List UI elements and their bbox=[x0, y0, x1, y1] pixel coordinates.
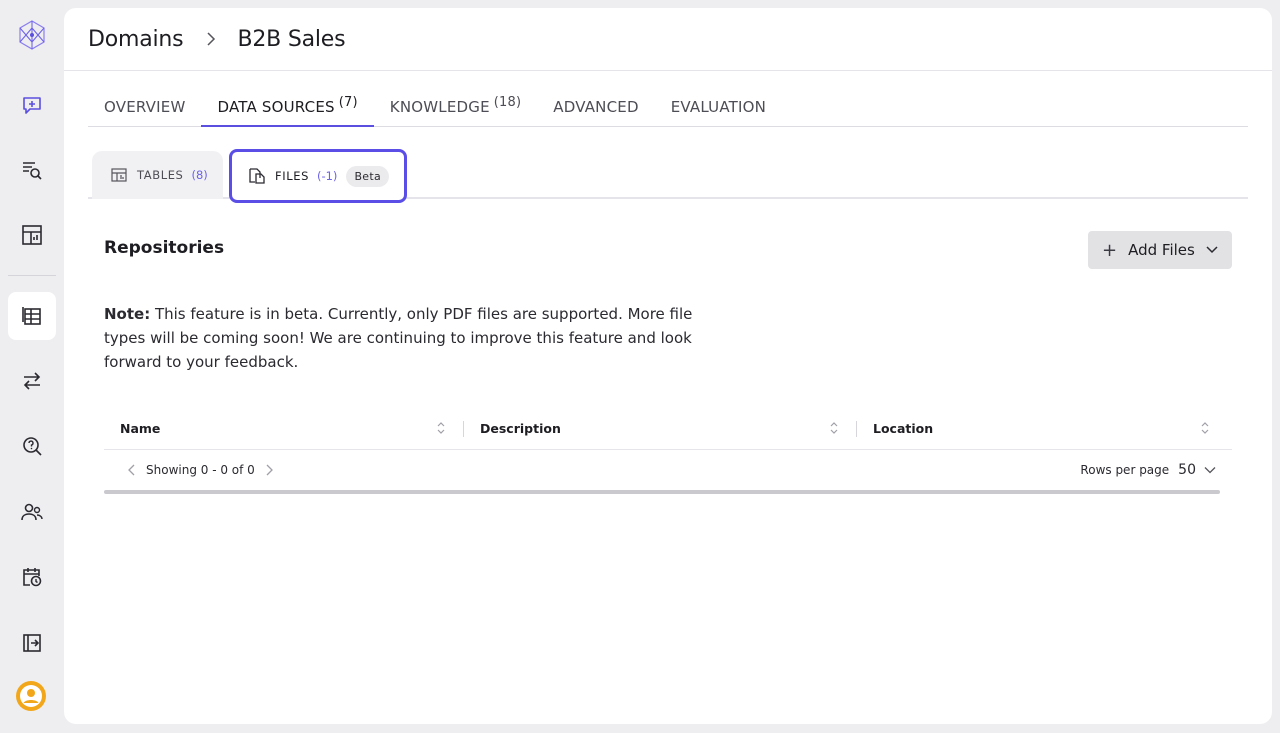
tab-label: OVERVIEW bbox=[104, 98, 186, 116]
breadcrumb-current: B2B Sales bbox=[237, 26, 346, 52]
user-avatar-icon[interactable] bbox=[16, 681, 46, 711]
breadcrumb: Domains B2B Sales bbox=[64, 8, 1272, 71]
pagination-status: Showing 0 - 0 of 0 bbox=[146, 463, 255, 477]
section-title: Repositories bbox=[104, 238, 225, 258]
files-icon bbox=[249, 168, 265, 184]
subtab-label: TABLES bbox=[137, 168, 184, 182]
breadcrumb-domains[interactable]: Domains bbox=[88, 27, 184, 52]
rows-per-page-label: Rows per page bbox=[1080, 463, 1170, 477]
sort-icon[interactable] bbox=[436, 420, 446, 436]
sidebar-divider bbox=[8, 275, 56, 276]
prev-page-icon[interactable] bbox=[128, 464, 136, 476]
chevron-right-icon bbox=[205, 31, 217, 47]
sort-icon[interactable] bbox=[1200, 420, 1210, 436]
column-header-location[interactable]: Location bbox=[857, 408, 1232, 450]
column-header-name[interactable]: Name bbox=[104, 408, 464, 450]
note-label: Note: bbox=[104, 305, 151, 323]
subtab-count: (8) bbox=[191, 168, 208, 182]
column-label: Description bbox=[480, 421, 561, 436]
search-list-icon[interactable] bbox=[8, 146, 56, 194]
sort-icon[interactable] bbox=[829, 420, 839, 436]
tab-advanced[interactable]: ADVANCED bbox=[537, 86, 654, 127]
tab-label: KNOWLEDGE bbox=[389, 98, 490, 116]
column-header-description[interactable]: Description bbox=[464, 408, 857, 450]
table-header: Name Description Location bbox=[104, 408, 1232, 450]
column-label: Location bbox=[873, 421, 934, 436]
table-pagination: Showing 0 - 0 of 0 Rows per page 50 bbox=[104, 450, 1232, 490]
tab-overview[interactable]: OVERVIEW bbox=[88, 86, 201, 127]
tab-count: (7) bbox=[338, 95, 358, 110]
tab-label: ADVANCED bbox=[553, 98, 639, 116]
tab-knowledge[interactable]: KNOWLEDGE (18) bbox=[374, 86, 537, 127]
source-subtabs: TABLES (8) FILES (-1) Beta bbox=[88, 149, 1248, 203]
beta-note: Note: This feature is in beta. Currently… bbox=[104, 302, 724, 374]
chevron-down-icon bbox=[1204, 467, 1216, 474]
files-table: Name Description Location Showing 0 - 0 … bbox=[104, 408, 1232, 494]
subtab-count: (-1) bbox=[316, 169, 338, 183]
swap-icon[interactable] bbox=[8, 357, 56, 405]
data-table-icon[interactable] bbox=[8, 292, 56, 340]
rows-per-page-value: 50 bbox=[1178, 462, 1196, 478]
tab-data-sources[interactable]: DATA SOURCES (7) bbox=[201, 86, 374, 127]
beta-badge: Beta bbox=[346, 165, 390, 187]
sidebar bbox=[0, 0, 64, 733]
chevron-down-icon bbox=[1205, 245, 1219, 255]
add-files-label: Add Files bbox=[1128, 241, 1195, 259]
new-chat-icon[interactable] bbox=[8, 81, 56, 129]
tab-count: (18) bbox=[493, 95, 522, 110]
add-files-button[interactable]: + Add Files bbox=[1088, 231, 1232, 269]
dashboard-icon[interactable] bbox=[8, 211, 56, 259]
subtab-label: FILES bbox=[275, 169, 309, 183]
collapse-icon[interactable] bbox=[8, 619, 56, 667]
horizontal-scrollbar[interactable] bbox=[104, 490, 1220, 494]
subtab-files[interactable]: FILES (-1) Beta bbox=[229, 149, 407, 203]
plus-icon: + bbox=[1102, 239, 1118, 261]
rows-per-page-select[interactable]: Rows per page 50 bbox=[1080, 462, 1216, 478]
tab-evaluation[interactable]: EVALUATION bbox=[655, 86, 782, 127]
tab-label: EVALUATION bbox=[670, 98, 767, 116]
column-label: Name bbox=[120, 421, 161, 436]
next-page-icon[interactable] bbox=[265, 464, 273, 476]
table-icon bbox=[111, 168, 127, 182]
query-search-icon[interactable] bbox=[8, 422, 56, 470]
subtab-tables[interactable]: TABLES (8) bbox=[92, 151, 223, 199]
logo-icon[interactable] bbox=[16, 19, 48, 51]
main-tabs: OVERVIEW DATA SOURCES (7) KNOWLEDGE (18) A… bbox=[88, 86, 1248, 127]
tab-label: DATA SOURCES bbox=[217, 98, 335, 116]
schedule-icon[interactable] bbox=[8, 553, 56, 601]
note-text: This feature is in beta. Currently, only… bbox=[104, 305, 693, 371]
users-icon[interactable] bbox=[8, 488, 56, 536]
main-panel: Domains B2B Sales OVERVIEW DATA SOURCES(… bbox=[64, 8, 1272, 724]
